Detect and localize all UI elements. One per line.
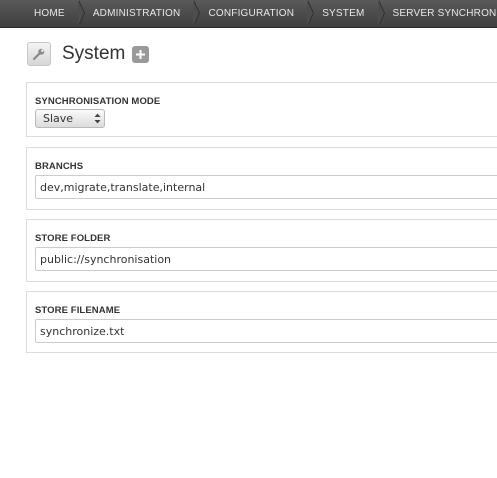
sync-mode-fieldset: Synchronisation mode Slave <box>26 82 497 137</box>
breadcrumb-administration[interactable]: Administration <box>79 0 201 27</box>
plus-icon <box>136 49 146 59</box>
sync-mode-value: Slave <box>43 112 74 125</box>
store-filename-input[interactable] <box>35 319 497 343</box>
sync-mode-select[interactable]: Slave <box>35 109 105 128</box>
wrench-icon <box>27 42 51 66</box>
store-folder-input[interactable] <box>35 247 497 271</box>
breadcrumb-server-synchronisation[interactable]: Server synchronisat <box>379 0 497 27</box>
page-title: System <box>62 43 126 64</box>
branchs-label: Branchs <box>35 161 84 172</box>
branchs-input[interactable] <box>35 175 497 199</box>
add-shortcut-button[interactable] <box>132 45 150 63</box>
sync-mode-label: Synchronisation mode <box>35 96 161 107</box>
up-down-arrows-icon <box>90 110 104 127</box>
breadcrumb-home[interactable]: Home <box>0 0 85 27</box>
store-filename-fieldset: Store filename <box>26 291 497 353</box>
breadcrumb-configuration[interactable]: Configuration <box>194 0 314 27</box>
store-filename-label: Store filename <box>35 305 121 316</box>
breadcrumb-system[interactable]: System <box>308 0 385 27</box>
branchs-fieldset: Branchs <box>26 147 497 210</box>
breadcrumb-bar: Home Administration Configuration System… <box>0 0 497 28</box>
breadcrumb: Home Administration Configuration System… <box>0 0 497 27</box>
store-folder-label: Store folder <box>35 233 111 244</box>
page-header: System <box>27 42 150 66</box>
store-folder-fieldset: Store folder <box>26 219 497 282</box>
